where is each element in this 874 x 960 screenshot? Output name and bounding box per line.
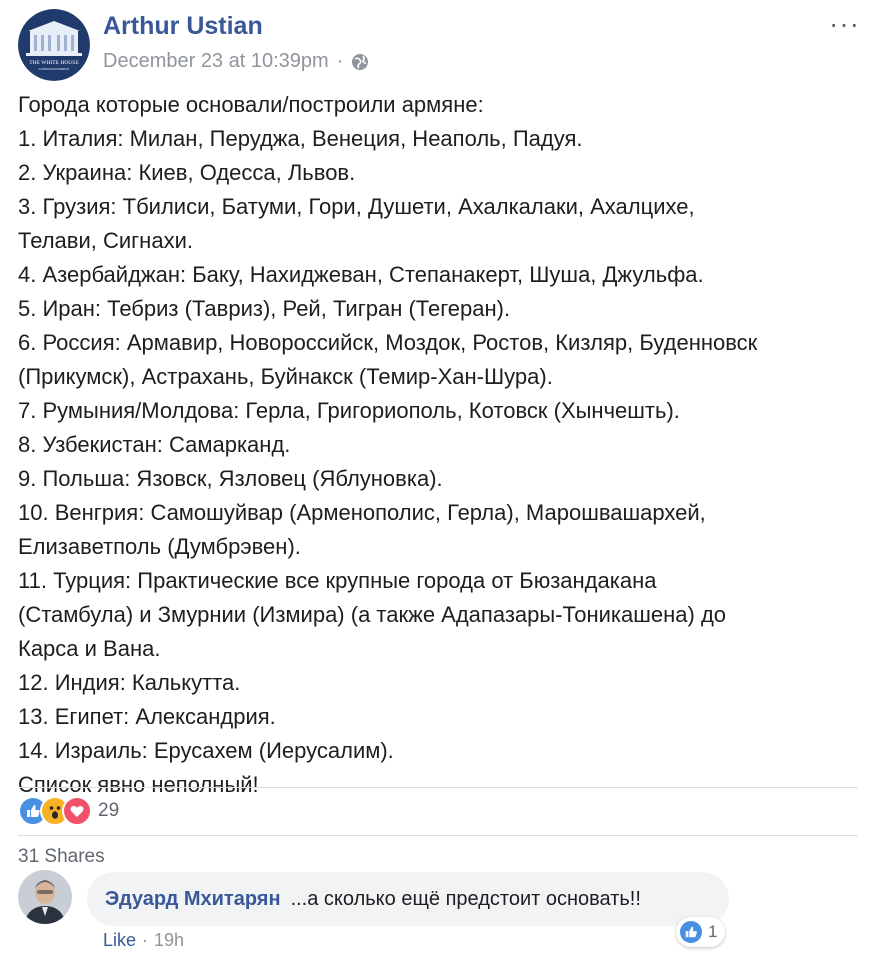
- post-timestamp[interactable]: December 23 at 10:39pm: [103, 50, 329, 73]
- reaction-count: 29: [98, 800, 120, 821]
- post-line: 7. Румыния/Молдова: Герла, Григориополь,…: [18, 398, 680, 423]
- post-line: 4. Азербайджан: Баку, Нахиджеван, Степан…: [18, 262, 704, 287]
- comment-like-count: 1: [708, 922, 718, 941]
- author-avatar[interactable]: THE WHITE HOUSE CONSTANTINOPLE: [18, 9, 90, 81]
- post-line: 9. Польша: Язовск, Язловец (Яблуновка).: [18, 466, 443, 491]
- post-line: Телави, Сигнахи.: [18, 228, 193, 253]
- post-line: 3. Грузия: Тбилиси, Батуми, Гори, Душети…: [18, 194, 695, 219]
- post-line: (Прикумск), Астрахань, Буйнакск (Темир-Х…: [18, 364, 553, 389]
- post-line: 2. Украина: Киев, Одесса, Львов.: [18, 160, 356, 185]
- post-line: 1. Италия: Милан, Перуджа, Венеция, Неап…: [18, 126, 583, 151]
- like-icon: [680, 921, 702, 943]
- post-meta: December 23 at 10:39pm ·: [103, 50, 369, 73]
- post-line: (Стамбула) и Змурнии (Измира) (а также А…: [18, 602, 727, 627]
- comment-actions: Like · 19h: [103, 930, 184, 951]
- divider: [18, 835, 858, 836]
- post-line: 11. Турция: Практические все крупные гор…: [18, 568, 657, 593]
- comment-like-button[interactable]: Like: [103, 930, 136, 951]
- globe-icon[interactable]: [351, 53, 369, 71]
- post-line: 13. Египет: Александрия.: [18, 704, 276, 729]
- avatar-subcaption: CONSTANTINOPLE: [39, 67, 70, 71]
- comment-author[interactable]: Эдуард Мхитарян: [105, 888, 281, 911]
- post-line: Города которые основали/построили армяне…: [18, 92, 484, 117]
- post-line: 5. Иран: Тебриз (Тавриз), Рей, Тигран (Т…: [18, 296, 511, 321]
- white-house-logo-icon: THE WHITE HOUSE CONSTANTINOPLE: [18, 9, 90, 81]
- meta-separator: ·: [336, 50, 344, 72]
- post-line: 8. Узбекистан: Самарканд.: [18, 432, 291, 457]
- post-body: Города которые основали/построили армяне…: [18, 88, 864, 802]
- post-author-name[interactable]: Arthur Ustian: [103, 12, 263, 41]
- post-line: Елизаветполь (Думбрэвен).: [18, 534, 301, 559]
- comment-bubble: Эдуард Мхитарян ...а сколько ещё предсто…: [87, 872, 729, 926]
- post-line: 6. Россия: Армавир, Новороссийск, Моздок…: [18, 330, 758, 355]
- post-line: Карса и Вана.: [18, 636, 161, 661]
- commenter-avatar[interactable]: [18, 870, 72, 924]
- love-icon: [62, 796, 92, 826]
- post-line: 10. Венгрия: Самошуйвар (Арменополис, Ге…: [18, 500, 706, 525]
- comment-reaction-badge[interactable]: 1: [676, 917, 726, 947]
- person-photo-icon: [18, 870, 72, 924]
- comment-separator: ·: [142, 930, 149, 950]
- divider: [18, 787, 858, 788]
- reactions-summary[interactable]: 29: [18, 795, 119, 827]
- post-line: Список явно неполный!: [18, 772, 259, 797]
- shares-count[interactable]: 31 Shares: [18, 846, 105, 868]
- more-options-icon[interactable]: ···: [829, 8, 860, 40]
- post-line: 14. Израиль: Ерусахем (Иерусалим).: [18, 738, 394, 763]
- comment-time[interactable]: 19h: [154, 930, 184, 951]
- post-line: 12. Индия: Калькутта.: [18, 670, 241, 695]
- comment-text: ...а сколько ещё предстоит основать!!: [290, 887, 641, 910]
- avatar-caption: THE WHITE HOUSE: [29, 60, 79, 66]
